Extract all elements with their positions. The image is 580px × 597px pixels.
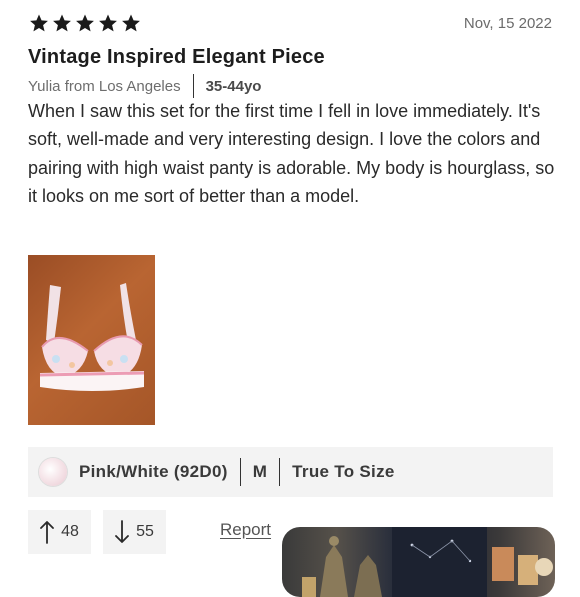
star-icon: [76, 14, 94, 32]
star-icon: [53, 14, 71, 32]
reviewer-meta: Yulia from Los Angeles 35-44yo: [28, 74, 261, 98]
review-thumbnail[interactable]: [282, 527, 555, 597]
star-icon: [99, 14, 117, 32]
review-date: Nov, 15 2022: [463, 15, 552, 32]
attr-size: M: [252, 462, 268, 481]
bra-photo-image: [39, 283, 145, 391]
reviewer-name: Yulia from Los Angeles: [28, 77, 181, 95]
star-icon: [122, 14, 140, 32]
star-icon: [30, 14, 48, 32]
helpful-count: 48: [61, 523, 79, 540]
product-attributes: Pink/White (92D0) M True To Size: [28, 447, 553, 497]
divider: [239, 458, 241, 486]
review-title: Vintage Inspired Elegant Piece: [28, 46, 325, 68]
review-body: When I saw this set for the first time I…: [28, 101, 555, 206]
helpful-vote-button[interactable]: 48: [28, 510, 91, 554]
not-helpful-vote-button[interactable]: 55: [103, 510, 166, 554]
arrow-down-icon: [115, 520, 129, 543]
attr-color: Pink/White (92D0): [79, 462, 228, 481]
divider: [279, 458, 281, 486]
report-link[interactable]: Report: [220, 520, 271, 540]
divider: [192, 74, 194, 98]
arrow-up-icon: [40, 521, 54, 544]
not-helpful-count: 55: [136, 523, 154, 540]
attr-fit: True To Size: [292, 462, 395, 481]
reviewer-age: 35-44yo: [205, 77, 262, 95]
thumbnail-image: [302, 527, 553, 597]
review-photo[interactable]: [28, 255, 155, 425]
color-swatch: [39, 458, 67, 486]
star-rating: [29, 13, 141, 33]
